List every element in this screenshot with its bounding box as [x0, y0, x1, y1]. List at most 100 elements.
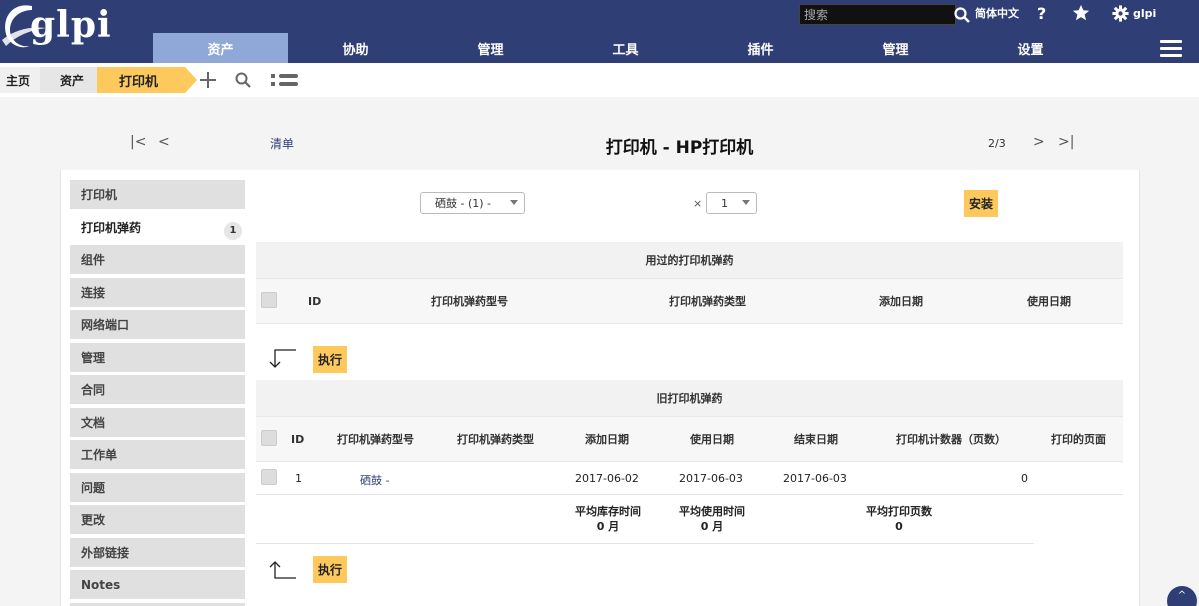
- menu-assistance[interactable]: 协助: [288, 33, 423, 63]
- col-id[interactable]: ID: [291, 417, 304, 461]
- execute-button-old[interactable]: 执行: [313, 556, 347, 583]
- avg-stock-value: 0 月: [596, 520, 620, 533]
- tab-label: 工作单: [81, 448, 118, 462]
- tab-documents[interactable]: 文档: [70, 407, 245, 437]
- tab-network-ports[interactable]: 网络端口: [70, 310, 245, 339]
- row-divider: [256, 494, 1123, 495]
- cartridge-select[interactable]: 硒鼓 - (1) -: [420, 192, 525, 214]
- breadcrumb-assets-label: 资产: [60, 73, 85, 88]
- hamburger-menu-icon[interactable]: [1160, 40, 1182, 58]
- tab-label: 合同: [81, 383, 106, 397]
- tab-contracts[interactable]: 合同: [70, 375, 245, 404]
- cell-add-date: 2017-06-02: [575, 472, 639, 485]
- menu-assets[interactable]: 资产: [153, 33, 288, 63]
- tab-components[interactable]: 组件: [70, 245, 245, 274]
- cell-use-date: 2017-06-03: [679, 472, 743, 485]
- list-view-icon[interactable]: [270, 68, 300, 92]
- tab-external-links[interactable]: 外部链接: [70, 537, 245, 567]
- chevron-down-icon: [510, 200, 518, 205]
- col-id[interactable]: ID: [308, 279, 321, 323]
- breadcrumb-printers[interactable]: 打印机: [97, 67, 197, 93]
- menu-management[interactable]: 管理: [423, 33, 558, 63]
- last-item-icon[interactable]: >|: [1058, 134, 1074, 150]
- tab-tickets[interactable]: 工作单: [70, 440, 245, 469]
- next-item-icon[interactable]: >: [1033, 134, 1045, 150]
- quantity-value: 1: [721, 196, 728, 210]
- select-all-checkbox[interactable]: [261, 292, 277, 308]
- search-icon[interactable]: [954, 5, 970, 24]
- tab-connections[interactable]: 连接: [70, 277, 245, 307]
- menu-plugins[interactable]: 插件: [693, 33, 828, 63]
- avg-printed-pages: 平均打印页数 0: [857, 504, 941, 534]
- tab-cartridges[interactable]: 打印机弹药 1: [70, 212, 245, 242]
- tab-printer[interactable]: 打印机: [70, 180, 245, 209]
- col-printer-counter[interactable]: 打印机计数器（页数）: [896, 417, 1006, 461]
- col-use-date[interactable]: 使用日期: [690, 417, 734, 461]
- language-link[interactable]: 简体中文: [975, 0, 1019, 26]
- cartridge-select-value: 硒鼓 - (1) -: [435, 197, 492, 210]
- tab-label: 打印机: [81, 188, 118, 202]
- old-table-header: ID 打印机弹药型号 打印机弹药类型 添加日期 使用日期 结束日期 打印机计数器…: [256, 416, 1123, 462]
- chevron-down-icon: [742, 200, 750, 205]
- arrow-up-left-icon: [267, 560, 297, 583]
- select-all-checkbox[interactable]: [261, 430, 277, 446]
- user-link[interactable]: glpi: [1133, 0, 1156, 26]
- used-cartridges-title: 用过的打印机弹药: [256, 242, 1123, 278]
- col-cartridge-model[interactable]: 打印机弹药型号: [431, 279, 508, 323]
- avg-use-value: 0 月: [700, 520, 724, 533]
- search-box[interactable]: [799, 4, 970, 25]
- col-cartridge-type[interactable]: 打印机弹药类型: [457, 417, 534, 461]
- scroll-top-icon[interactable]: ^: [1167, 586, 1197, 606]
- avg-pages-label: 平均打印页数: [866, 505, 932, 518]
- tab-more[interactable]: [70, 602, 245, 606]
- cell-id: 1: [295, 472, 302, 485]
- tab-label: 外部链接: [81, 545, 130, 560]
- gear-icon[interactable]: [1112, 0, 1129, 26]
- menu-administration[interactable]: 管理: [828, 33, 963, 63]
- tab-label: 问题: [81, 480, 106, 495]
- tab-label: 更改: [81, 513, 106, 527]
- tab-label: Notes: [81, 577, 121, 592]
- tab-label: 网络端口: [81, 318, 130, 332]
- tab-label: 打印机弹药: [81, 220, 142, 235]
- install-button[interactable]: 安装: [964, 190, 998, 217]
- search-input[interactable]: [800, 5, 954, 24]
- tab-label: 文档: [81, 415, 106, 430]
- cell-end-date: 2017-06-03: [783, 472, 847, 485]
- tab-label: 管理: [81, 350, 106, 365]
- execute-button-used[interactable]: 执行: [313, 346, 347, 373]
- breadcrumb-printers-label: 打印机: [119, 74, 159, 90]
- menu-tools[interactable]: 工具: [558, 33, 693, 63]
- page-counter: 2/3: [988, 137, 1006, 150]
- menu-setup[interactable]: 设置: [963, 33, 1098, 63]
- quantity-select[interactable]: 1: [706, 192, 757, 214]
- tab-changes[interactable]: 更改: [70, 505, 245, 534]
- tab-problems[interactable]: 问题: [70, 472, 245, 502]
- avg-use-time: 平均使用时间 0 月: [670, 504, 754, 534]
- tab-management[interactable]: 管理: [70, 342, 245, 372]
- star-icon[interactable]: [1072, 0, 1090, 26]
- help-icon[interactable]: ?: [1037, 0, 1046, 26]
- tab-label: 连接: [81, 285, 106, 300]
- col-add-date[interactable]: 添加日期: [585, 417, 629, 461]
- search-icon[interactable]: [231, 68, 255, 92]
- row-divider: [256, 543, 1034, 544]
- breadcrumb: 主页 资产 打印机: [0, 63, 1199, 97]
- col-add-date[interactable]: 添加日期: [879, 279, 923, 323]
- tab-notes[interactable]: Notes: [70, 570, 245, 599]
- col-end-date[interactable]: 结束日期: [794, 417, 838, 461]
- avg-use-label: 平均使用时间: [679, 505, 745, 518]
- cell-cartridge-model-link[interactable]: 硒鼓 -: [360, 472, 389, 488]
- col-printed-pages[interactable]: 打印的页面: [1051, 417, 1106, 461]
- avg-stock-time: 平均库存时间 0 月: [566, 504, 650, 534]
- col-use-date[interactable]: 使用日期: [1027, 279, 1071, 323]
- old-cartridges-title: 旧打印机弹药: [256, 380, 1123, 416]
- tab-list: 打印机 打印机弹药 1 组件 连接 网络端口 管理 合同 文档 工作单 问题 更改…: [70, 180, 245, 606]
- row-checkbox[interactable]: [261, 469, 277, 485]
- add-icon[interactable]: [196, 68, 220, 92]
- tab-label: 组件: [81, 253, 106, 267]
- avg-stock-label: 平均库存时间: [575, 505, 641, 518]
- col-cartridge-type[interactable]: 打印机弹药类型: [669, 279, 746, 323]
- col-cartridge-model[interactable]: 打印机弹药型号: [337, 417, 414, 461]
- tab-count-badge: 1: [224, 221, 242, 240]
